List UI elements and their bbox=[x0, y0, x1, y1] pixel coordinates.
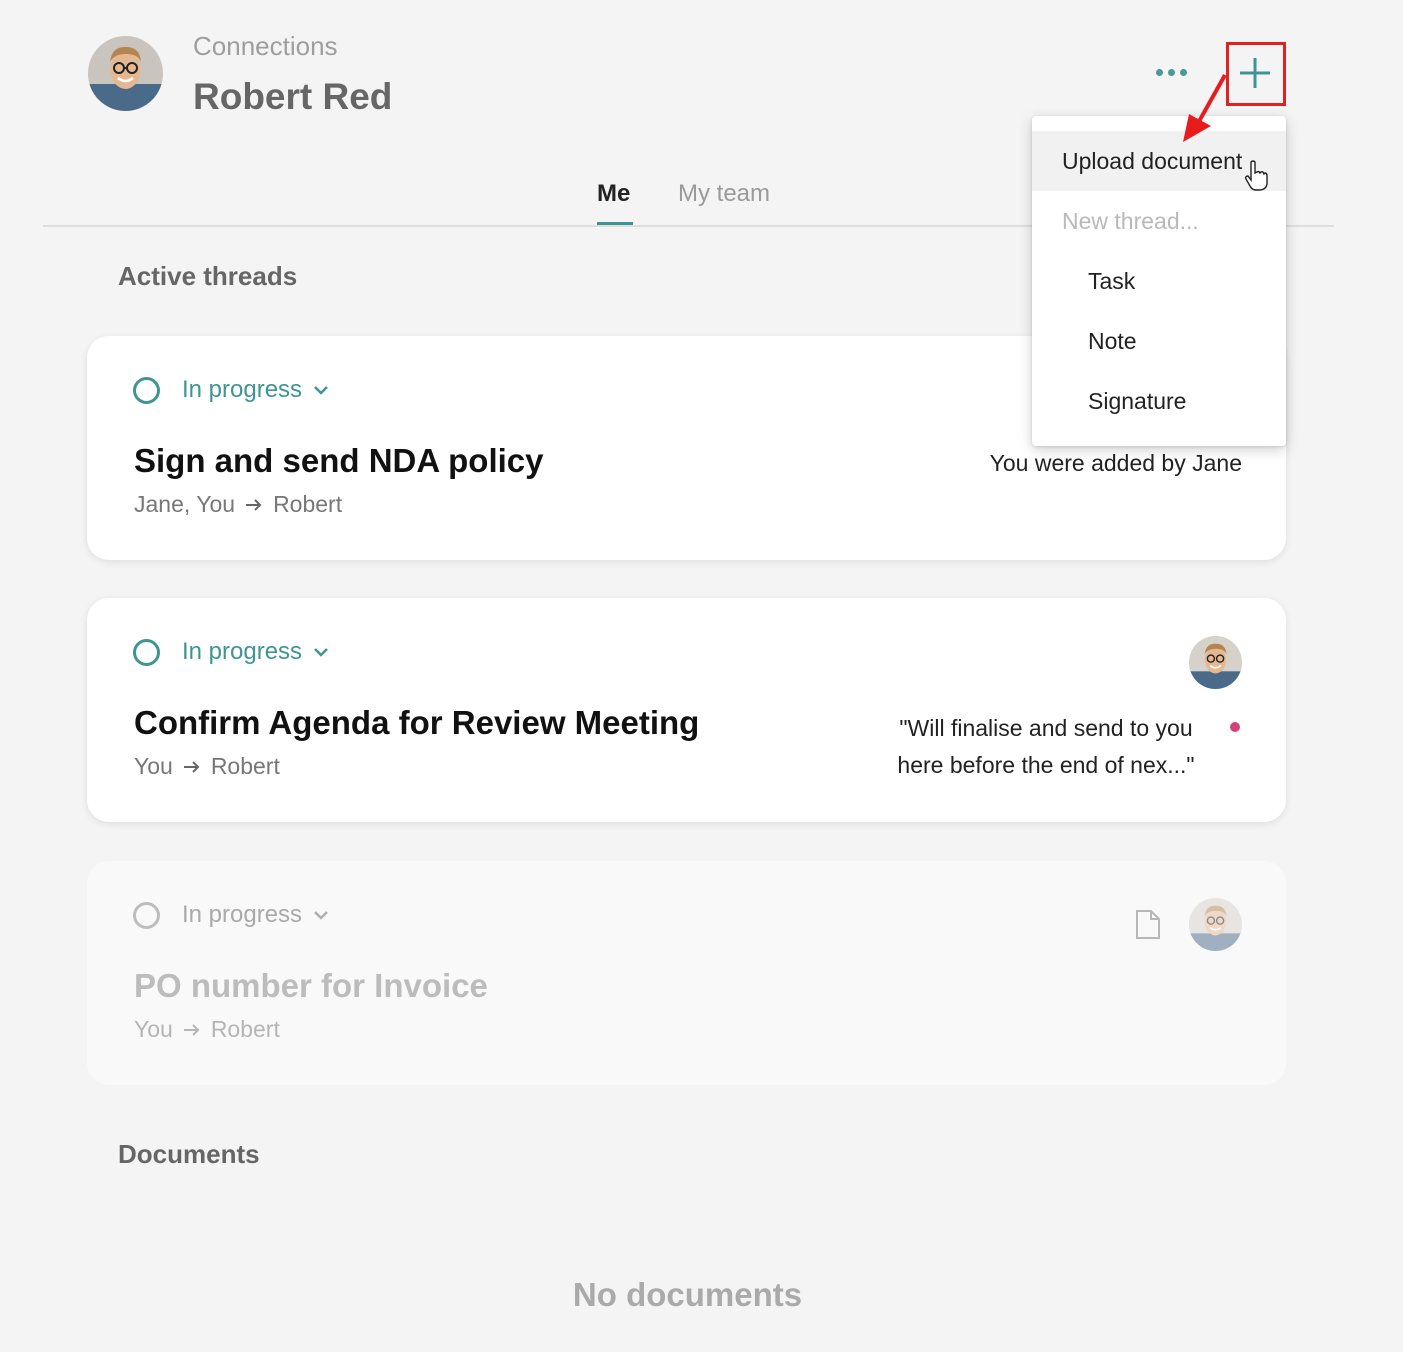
status-dropdown[interactable]: In progress bbox=[133, 901, 330, 929]
last-message-preview: "Will finalise and send to you here befo… bbox=[876, 710, 1216, 784]
thread-card[interactable]: In progress PO number for Invoice You Ro… bbox=[87, 861, 1286, 1085]
status-label: In progress bbox=[182, 638, 303, 665]
more-options-button[interactable] bbox=[1150, 55, 1192, 89]
breadcrumb[interactable]: Connections bbox=[193, 31, 338, 62]
chevron-down-icon bbox=[314, 648, 328, 657]
thread-title[interactable]: Sign and send NDA policy bbox=[134, 442, 544, 480]
thread-to: Robert bbox=[210, 1016, 280, 1042]
thread-from: You bbox=[134, 1016, 173, 1042]
participant-avatar[interactable] bbox=[1189, 636, 1242, 689]
thread-note: You were added by Jane bbox=[989, 450, 1242, 476]
user-avatar[interactable] bbox=[88, 36, 163, 111]
menu-item-signature[interactable]: Signature bbox=[1032, 371, 1286, 431]
tab-me[interactable]: Me bbox=[597, 180, 630, 208]
thread-to: Robert bbox=[210, 753, 280, 779]
status-circle-icon[interactable] bbox=[133, 901, 160, 929]
status-label: In progress bbox=[182, 901, 303, 928]
thread-participants: You Robert bbox=[134, 753, 280, 780]
thread-to: Robert bbox=[273, 491, 343, 517]
menu-header-new-thread: New thread... bbox=[1062, 207, 1199, 234]
thread-from: Jane, You bbox=[134, 491, 236, 517]
arrow-right-icon bbox=[183, 760, 200, 773]
tab-my-team[interactable]: My team bbox=[678, 180, 770, 208]
arrow-right-icon bbox=[183, 1023, 200, 1036]
thread-title[interactable]: Confirm Agenda for Review Meeting bbox=[134, 704, 699, 742]
status-dropdown[interactable]: In progress bbox=[133, 638, 330, 666]
unread-dot bbox=[1230, 722, 1240, 732]
active-threads-heading: Active threads bbox=[118, 261, 298, 291]
status-label: In progress bbox=[182, 376, 303, 403]
thread-card[interactable]: In progress Confirm Agenda for Review Me… bbox=[87, 598, 1286, 822]
document-icon[interactable] bbox=[1135, 909, 1161, 940]
page-title: Robert Red bbox=[193, 76, 393, 117]
status-circle-icon[interactable] bbox=[133, 376, 160, 404]
documents-heading: Documents bbox=[118, 1139, 260, 1169]
arrow-right-icon bbox=[246, 498, 262, 511]
add-menu: Upload document New thread... Task Note … bbox=[1032, 116, 1286, 446]
more-horizontal-icon-dot bbox=[1167, 68, 1175, 76]
status-circle-icon[interactable] bbox=[133, 638, 160, 666]
thread-from: You bbox=[134, 753, 173, 779]
status-dropdown[interactable]: In progress bbox=[133, 376, 330, 404]
quote-line-2: here before the end of nex..." bbox=[897, 752, 1195, 778]
quote-line-1: "Will finalise and send to you bbox=[899, 715, 1193, 741]
menu-item-upload-document[interactable]: Upload document bbox=[1032, 131, 1286, 191]
thread-participants: You Robert bbox=[134, 1016, 280, 1043]
participant-avatar[interactable] bbox=[1189, 898, 1242, 951]
plus-icon bbox=[1240, 58, 1270, 88]
thread-participants: Jane, You Robert bbox=[134, 491, 342, 518]
chevron-down-icon bbox=[314, 386, 328, 395]
empty-documents-message: No documents bbox=[572, 1276, 803, 1313]
chevron-down-icon bbox=[314, 911, 328, 920]
menu-item-task[interactable]: Task bbox=[1032, 251, 1286, 311]
more-horizontal-icon bbox=[1155, 68, 1163, 76]
menu-item-note[interactable]: Note bbox=[1032, 311, 1286, 371]
more-horizontal-icon-dot bbox=[1179, 68, 1187, 76]
thread-title[interactable]: PO number for Invoice bbox=[134, 967, 488, 1005]
add-button[interactable] bbox=[1226, 42, 1284, 104]
